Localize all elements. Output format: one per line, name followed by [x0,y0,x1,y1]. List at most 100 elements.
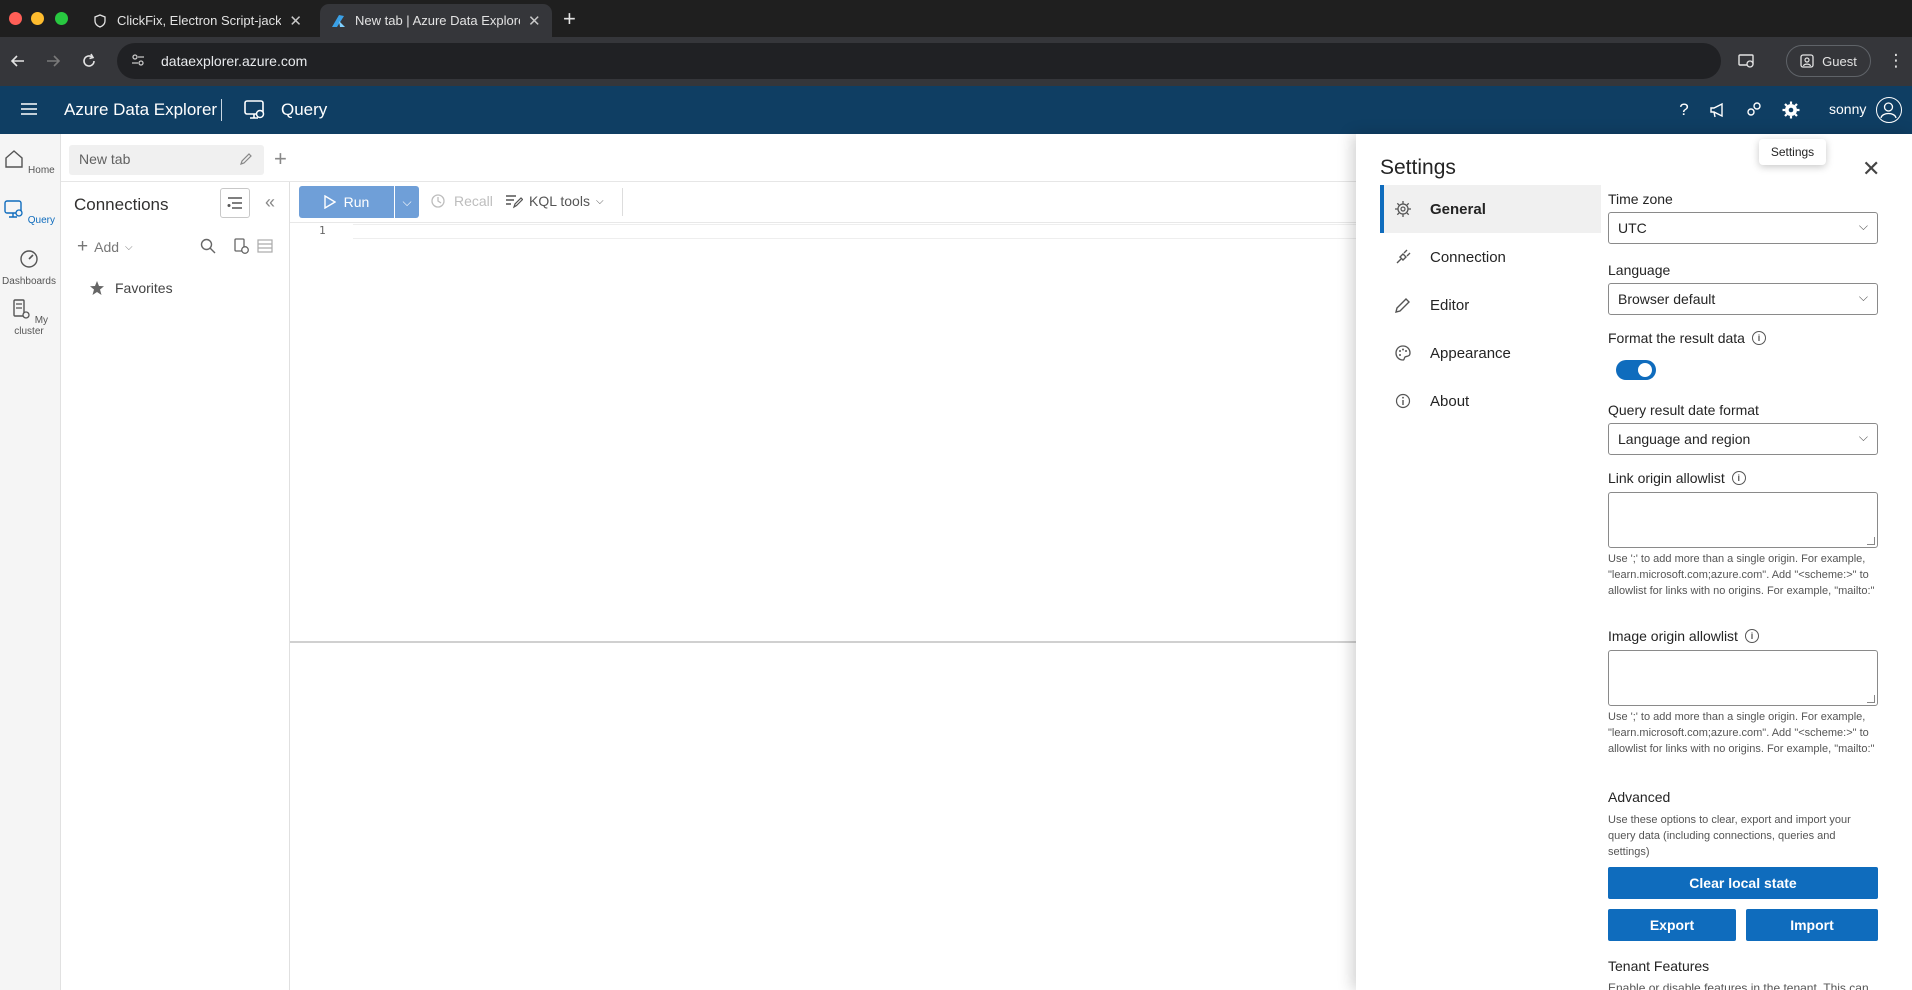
collapse-pane-icon[interactable]: « [265,192,275,213]
site-info-icon[interactable] [131,53,149,69]
cluster-icon [13,299,30,319]
editor-results-splitter[interactable] [290,641,1356,643]
query-editor[interactable] [353,224,1356,239]
recall-button[interactable]: Recall [430,193,493,209]
chevron-down-icon: ⌵ [125,241,133,253]
favorites-item[interactable]: Favorites [89,280,173,296]
format-result-row: Format the result data i [1608,330,1766,346]
link-allowlist-textarea[interactable] [1608,492,1878,548]
kql-tools-button[interactable]: KQL tools ⌵ [505,193,604,209]
add-connection-button[interactable]: + Add ⌵ [77,236,133,258]
help-icon[interactable]: ? [1674,100,1694,120]
plug-icon [1394,248,1412,266]
toolbar-divider [622,188,623,216]
import-button[interactable]: Import [1746,909,1878,941]
left-nav-rail: Home Query Dashboards My cluster [0,134,61,990]
browser-toolbar: dataexplorer.azure.com Guest ⋮ [0,37,1912,86]
minimize-window-button[interactable] [31,12,44,25]
cast-icon[interactable] [1736,50,1758,72]
close-tab-icon[interactable]: ✕ [528,12,541,30]
settings-nav-appearance[interactable]: Appearance [1380,329,1601,377]
filter-list-icon [227,197,242,209]
user-name[interactable]: sonny [1829,101,1866,117]
share-people-icon[interactable] [1744,100,1764,120]
rail-item-my-cluster[interactable]: My cluster [0,298,58,337]
back-button[interactable] [7,50,29,72]
dashboard-icon [20,250,38,268]
browser-menu-icon[interactable]: ⋮ [1885,50,1907,72]
chevron-down-icon: ⌵ [1858,430,1868,444]
feedback-megaphone-icon[interactable] [1708,100,1728,120]
clear-local-state-button[interactable]: Clear local state [1608,867,1878,899]
browser-tab-title: New tab | Azure Data Explorer [355,13,520,28]
avatar[interactable] [1876,97,1902,123]
rail-item-home[interactable]: Home [0,148,58,176]
format-result-label: Format the result data [1608,330,1745,346]
run-button[interactable]: Run [299,186,394,218]
export-button[interactable]: Export [1608,909,1736,941]
close-icon[interactable]: ✕ [1862,156,1880,182]
info-icon[interactable]: i [1731,471,1746,485]
advanced-title: Advanced [1608,789,1671,805]
info-icon[interactable]: i [1744,629,1759,643]
connections-title: Connections [74,195,169,214]
new-browser-tab-button[interactable]: + [563,6,576,32]
profile-button[interactable]: Guest [1786,45,1871,77]
settings-nav-connection[interactable]: Connection [1380,233,1601,281]
kql-tools-label: KQL tools [529,193,590,209]
forward-button[interactable] [42,50,64,72]
time-zone-value: UTC [1618,220,1647,236]
table-view-icon[interactable] [255,236,275,256]
settings-nav-editor[interactable]: Editor [1380,281,1601,329]
date-format-dropdown[interactable]: Language and region ⌵ [1608,423,1878,455]
rename-tab-pencil-icon[interactable] [238,151,254,170]
image-allowlist-textarea[interactable] [1608,650,1878,706]
connections-pane: Connections « + Add ⌵ Favorites [61,182,290,990]
address-bar[interactable]: dataexplorer.azure.com [117,43,1721,79]
add-connection-label: Add [94,239,120,255]
app-brand[interactable]: Azure Data Explorer [64,100,217,120]
rail-item-label: Query [27,215,55,226]
settings-nav-label: General [1430,200,1486,218]
browser-tab-2[interactable]: New tab | Azure Data Explorer ✕ [320,4,552,37]
language-label: Language [1608,262,1671,278]
query-tab[interactable]: New tab [69,145,264,175]
rail-item-dashboards[interactable]: Dashboards [0,248,58,287]
editor-top-border [290,222,1356,223]
browser-tab-title: ClickFix, Electron Script-jacking [116,13,282,28]
close-window-button[interactable] [9,12,22,25]
settings-nav-label: About [1430,392,1470,410]
rail-item-query[interactable]: Query [0,198,58,226]
settings-nav-general[interactable]: General [1380,185,1601,233]
section-title: Query [281,100,328,119]
reload-button[interactable] [78,50,100,72]
zoom-window-button[interactable] [55,12,68,25]
header-divider [221,99,222,121]
azure-data-explorer-favicon-icon [330,13,346,29]
date-format-label: Query result date format [1608,402,1759,418]
browser-tab-strip: ClickFix, Electron Script-jacking ✕ New … [0,0,1912,37]
app-header: Azure Data Explorer Query ? sonny [0,86,1912,134]
link-allowlist-label: Link origin allowlist [1608,470,1725,486]
language-dropdown[interactable]: Browser default ⌵ [1608,283,1878,315]
history-icon [431,194,445,208]
add-query-tab-button[interactable]: + [274,146,287,172]
info-icon[interactable]: i [1751,331,1766,345]
close-tab-icon[interactable]: ✕ [289,12,302,30]
query-icon [4,200,23,218]
kql-tools-icon [506,195,523,209]
hamburger-menu-icon[interactable] [20,100,38,118]
search-icon[interactable] [198,236,218,256]
time-zone-dropdown[interactable]: UTC ⌵ [1608,212,1878,244]
browser-tab-1[interactable]: ClickFix, Electron Script-jacking ✕ [82,4,312,37]
filter-list-button[interactable] [220,188,250,218]
line-number: 1 [319,224,326,237]
format-result-toggle[interactable] [1616,360,1656,380]
run-options-dropdown[interactable]: ⌵ [395,186,419,218]
chevron-down-icon: ⌵ [1858,290,1868,304]
query-tab-label: New tab [79,151,131,167]
settings-nav-about[interactable]: About [1380,377,1601,425]
settings-nav-label: Editor [1430,296,1470,314]
refresh-database-icon[interactable] [231,236,251,256]
settings-gear-icon[interactable] [1781,100,1801,120]
